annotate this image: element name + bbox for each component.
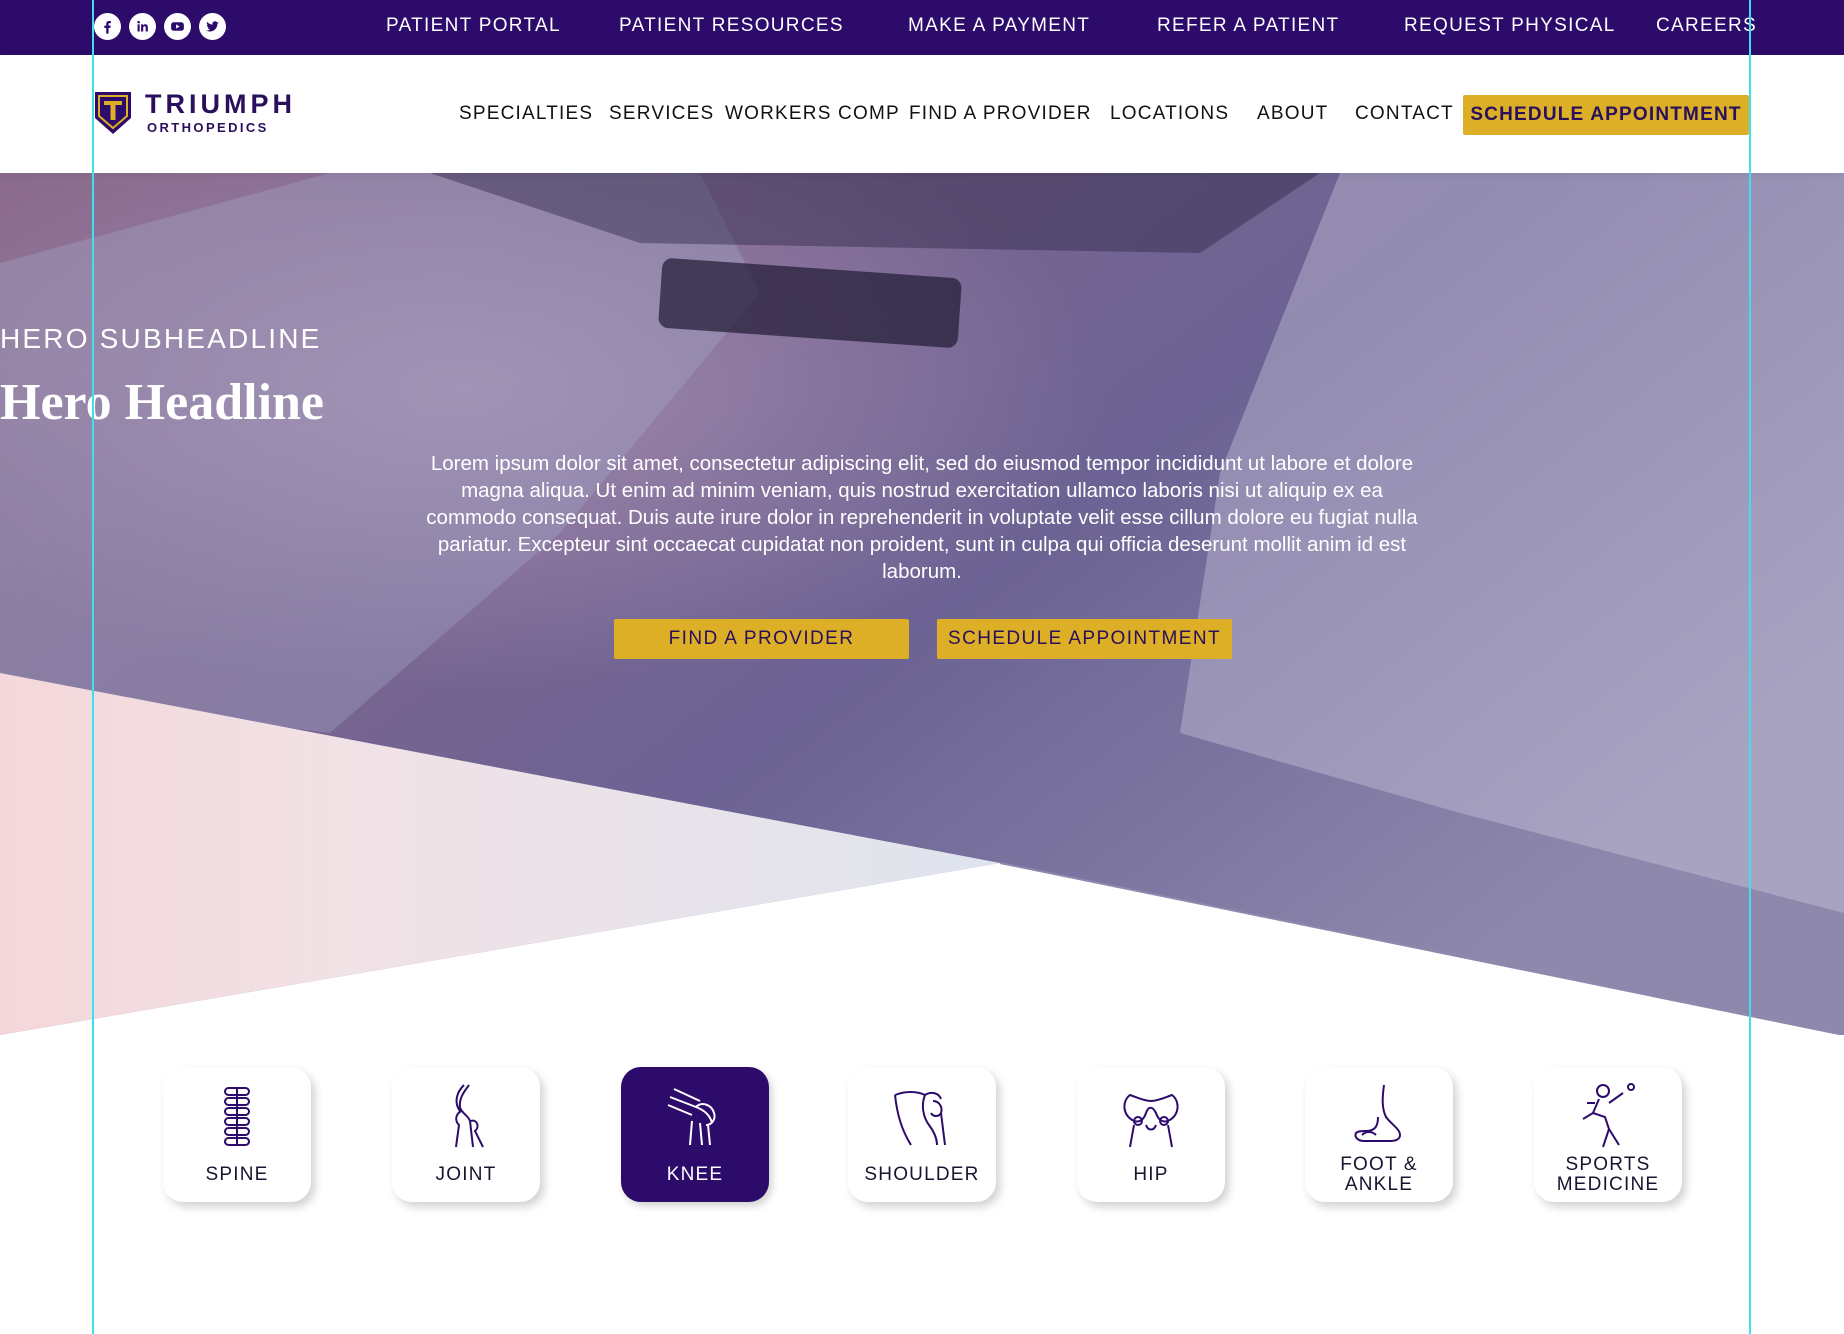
logo-title: TRIUMPH	[145, 88, 296, 119]
main-header: TRIUMPH ORTHOPEDICS SPECIALTIES SERVICES…	[0, 55, 1844, 173]
util-link-patient-resources[interactable]: PATIENT RESOURCES	[619, 15, 844, 37]
utility-bar: PATIENT PORTAL PATIENT RESOURCES MAKE A …	[0, 0, 1844, 55]
nav-contact[interactable]: CONTACT	[1355, 103, 1454, 125]
util-link-refer-a-patient[interactable]: REFER A PATIENT	[1157, 15, 1339, 37]
nav-specialties[interactable]: SPECIALTIES	[459, 103, 593, 125]
layout-guide-left	[92, 0, 94, 1334]
hero-schedule-appointment-button[interactable]: SCHEDULE APPOINTMENT	[937, 619, 1232, 659]
layout-guide-right	[1749, 0, 1751, 1334]
social-links	[94, 13, 226, 40]
util-link-careers[interactable]: CAREERS	[1656, 15, 1757, 37]
hip-icon	[1123, 1093, 1179, 1148]
util-link-patient-portal[interactable]: PATIENT PORTAL	[386, 15, 561, 37]
specialty-label: SPINE	[205, 1164, 269, 1185]
specialty-card-sports-medicine[interactable]: SPORTS MEDICINE	[1534, 1067, 1682, 1202]
specialty-label: SHOULDER	[864, 1164, 980, 1185]
specialty-label: KNEE	[666, 1164, 724, 1185]
specialty-card-shoulder[interactable]: SHOULDER	[848, 1067, 996, 1202]
joint-icon	[455, 1084, 484, 1148]
specialty-card-knee[interactable]: KNEE	[621, 1067, 769, 1202]
shoulder-icon	[894, 1091, 946, 1146]
facebook-icon[interactable]	[94, 13, 121, 40]
util-link-make-a-payment[interactable]: MAKE A PAYMENT	[908, 15, 1090, 37]
logo[interactable]: TRIUMPH ORTHOPEDICS	[93, 88, 296, 136]
hero-headline: Hero Headline	[0, 374, 325, 431]
specialty-label: JOINT	[435, 1164, 497, 1185]
spine-icon	[224, 1087, 250, 1146]
foot-ankle-icon	[1354, 1084, 1402, 1142]
youtube-icon[interactable]	[164, 13, 191, 40]
nav-services[interactable]: SERVICES	[609, 103, 714, 125]
linkedin-icon[interactable]	[129, 13, 156, 40]
specialty-card-hip[interactable]: HIP	[1077, 1067, 1225, 1202]
specialty-label: HIP	[1133, 1164, 1169, 1185]
hero-background-image	[0, 173, 1844, 1035]
specialty-card-foot-ankle[interactable]: FOOT & ANKLE	[1305, 1067, 1453, 1202]
schedule-appointment-button[interactable]: SCHEDULE APPOINTMENT	[1463, 95, 1749, 135]
specialty-label: SPORTS MEDICINE	[1556, 1154, 1660, 1195]
nav-about[interactable]: ABOUT	[1257, 103, 1328, 125]
specialty-label: FOOT & ANKLE	[1340, 1154, 1418, 1195]
hero-subheadline: HERO SUBHEADLINE	[0, 323, 322, 354]
nav-find-a-provider[interactable]: FIND A PROVIDER	[909, 103, 1092, 125]
hero-body-text: Lorem ipsum dolor sit amet, consectetur …	[426, 452, 1418, 583]
knee-icon	[667, 1088, 716, 1146]
find-a-provider-button[interactable]: FIND A PROVIDER	[614, 619, 909, 659]
twitter-icon[interactable]	[199, 13, 226, 40]
nav-locations[interactable]: LOCATIONS	[1110, 103, 1229, 125]
hero-section: HERO SUBHEADLINE Hero Headline Lorem ips…	[0, 173, 1844, 1035]
specialty-card-joint[interactable]: JOINT	[392, 1067, 540, 1202]
sports-medicine-icon	[1582, 1083, 1635, 1148]
logo-subtitle: ORTHOPEDICS	[147, 119, 269, 135]
util-link-request-physical[interactable]: REQUEST PHYSICAL	[1404, 15, 1616, 37]
specialty-card-spine[interactable]: SPINE	[163, 1067, 311, 1202]
nav-workers-comp[interactable]: WORKERS COMP	[725, 103, 900, 125]
logo-shield-icon	[95, 92, 131, 134]
